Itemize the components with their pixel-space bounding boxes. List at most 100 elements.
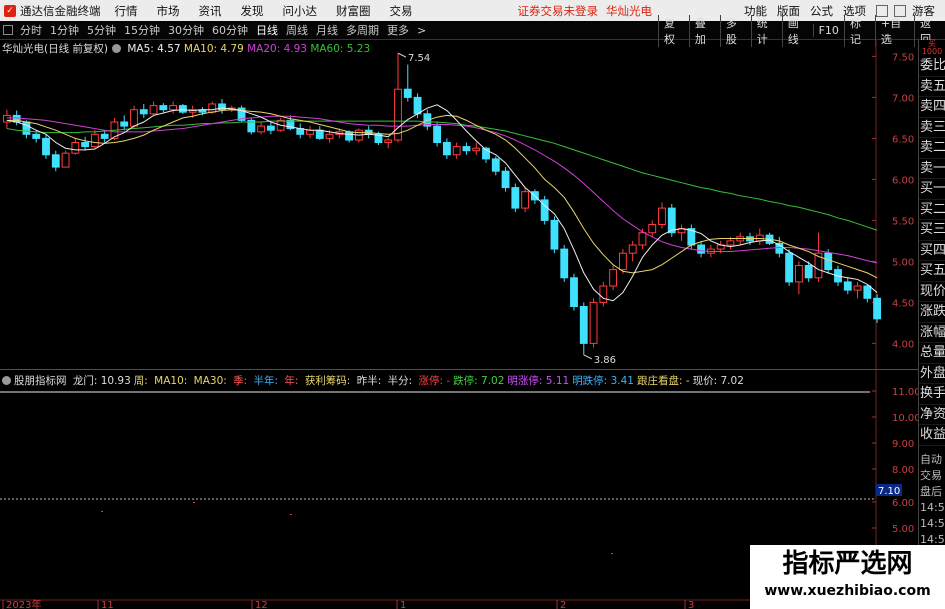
menu-market[interactable]: 市场 <box>157 3 180 19</box>
menu-formula[interactable]: 公式 <box>810 3 833 19</box>
x-axis-label: 2023年 <box>6 598 41 609</box>
menu-ask[interactable]: 问小达 <box>283 3 318 19</box>
quote-field-label: 买三 <box>919 220 945 241</box>
x-axis-label: 1 <box>400 600 406 609</box>
period-intraday[interactable]: 分时 <box>16 22 46 38</box>
indicator-item: 获利筹码: <box>304 375 354 387</box>
stock-info-row: 华灿光电(日线 前复权) MA5: 4.57 MA10: 4.79 MA20: … <box>0 41 370 55</box>
candle-down <box>491 158 500 172</box>
candle-down <box>579 306 588 344</box>
quote-field-label: 现价 <box>919 282 945 302</box>
menu-discover[interactable]: 发现 <box>241 3 264 19</box>
high-pointer <box>397 52 407 58</box>
indicator-item: 涨停: - <box>418 375 451 387</box>
candle-down <box>22 121 31 135</box>
quote-field-label: 卖二 <box>919 138 945 159</box>
app-title: 通达信金融终端 <box>20 3 101 18</box>
period-weekly[interactable]: 周线 <box>282 22 312 38</box>
ma10-label: MA10: 4.79 <box>183 43 244 55</box>
candle-up <box>521 191 530 209</box>
indicator-item: 昨半: <box>356 375 385 387</box>
candle-up <box>90 133 99 148</box>
candle-down <box>120 121 129 127</box>
panel-separator <box>0 369 918 370</box>
price-axis-label: 4.00 <box>892 339 914 350</box>
candle-down <box>843 281 852 291</box>
price-axis-label: 7.50 <box>892 52 914 63</box>
candle-down <box>570 277 578 308</box>
ma60-label: MA60: 5.23 <box>310 43 371 55</box>
candle-up <box>169 105 178 111</box>
period-multi[interactable]: 多周期 <box>342 22 383 38</box>
f10-button[interactable]: F10 <box>812 24 844 37</box>
period-60min[interactable]: 60分钟 <box>208 22 252 38</box>
ma10-line <box>6 109 878 279</box>
toolbar-menu-icon[interactable] <box>3 25 13 35</box>
quote-field-label: 卖五 <box>919 77 945 97</box>
stock-name: 华灿光电(日线 前复权) <box>2 43 109 55</box>
x-axis-label: 2 <box>560 600 566 609</box>
current-stock-label: 华灿光电 <box>606 3 652 18</box>
candle-up <box>130 109 138 127</box>
indicator-item: 跟庄看盘: - <box>636 375 690 387</box>
candle-up <box>794 265 803 283</box>
indicator-settings-icon[interactable] <box>2 376 11 385</box>
kline-chart[interactable]: 7.50 7.00 6.50 6.00 5.50 5.00 4.50 4.00 7.54 3.86… <box>0 40 918 609</box>
trade-time-label: 14:56 <box>920 516 945 530</box>
menu-wealth[interactable]: 财富圈 <box>336 3 371 19</box>
period-30min[interactable]: 30分钟 <box>164 22 208 38</box>
candle-up <box>599 285 608 303</box>
quote-field-label: 净资 <box>919 405 945 425</box>
candle-up <box>628 244 637 254</box>
quote-field-label: 卖四 <box>919 97 945 118</box>
indicator-axis-label: 9.00 <box>892 439 914 450</box>
price-axis-label: 5.00 <box>892 257 914 268</box>
quote-field-label: 买五 <box>919 261 945 282</box>
candle-down <box>403 88 412 98</box>
indicator-item: 年: <box>284 375 302 387</box>
settings-dot-icon[interactable] <box>112 44 122 53</box>
candle-up <box>452 146 461 156</box>
candle-down <box>139 109 148 115</box>
menu-trade[interactable]: 交易 <box>390 3 413 19</box>
indicator-dot <box>611 553 613 554</box>
indicator-item: 现价: 7.02 <box>692 375 744 387</box>
period-more[interactable]: 更多 <box>383 22 413 38</box>
period-5min[interactable]: 5分钟 <box>83 22 120 38</box>
candle-up <box>325 133 334 139</box>
x-axis-label: 3 <box>688 600 694 609</box>
period-monthly[interactable]: 月线 <box>312 22 342 38</box>
indicator-dot <box>290 514 292 515</box>
candle-down <box>81 142 90 148</box>
login-notice[interactable]: 证券交易未登录 <box>518 3 599 19</box>
candle-down <box>42 137 50 156</box>
candle-down <box>345 131 354 141</box>
period-daily[interactable]: 日线 <box>252 22 282 38</box>
quote-field-label: 卖三 <box>919 118 945 138</box>
trade-time-label: 盘后 <box>920 484 942 498</box>
period-15min[interactable]: 15分钟 <box>120 22 164 38</box>
x-axis-label: 11 <box>101 600 114 609</box>
candle-up <box>853 285 862 291</box>
indicator-dot <box>101 511 103 512</box>
period-1min[interactable]: 1分钟 <box>46 22 83 38</box>
indicator-name: 股朋指标网 <box>14 375 67 387</box>
quote-field-label: 委比 <box>919 56 945 77</box>
candle-up <box>658 207 666 226</box>
candle-down <box>697 244 706 254</box>
indicator-item: MA10: <box>154 375 191 387</box>
candle-up <box>149 105 158 115</box>
high-annotation: 7.54 <box>408 53 430 64</box>
menu-news[interactable]: 资讯 <box>199 3 222 19</box>
indicator-dot <box>193 502 195 503</box>
quote-field-label: 买二 <box>919 200 945 220</box>
candle-down <box>315 129 324 139</box>
more-chevron-icon[interactable]: > <box>413 24 430 37</box>
indicator-axis-label: 6.00 <box>892 498 914 509</box>
watermark-title: 指标严选网 <box>782 549 913 579</box>
watermark-url: www.xuezhibiao.com <box>764 583 931 599</box>
indicator-axis-label: 5.00 <box>892 524 914 535</box>
watermark: 指标严选网 www.xuezhibiao.com <box>750 545 945 609</box>
menu-quotes[interactable]: 行情 <box>115 3 138 19</box>
low-pointer <box>583 354 593 360</box>
